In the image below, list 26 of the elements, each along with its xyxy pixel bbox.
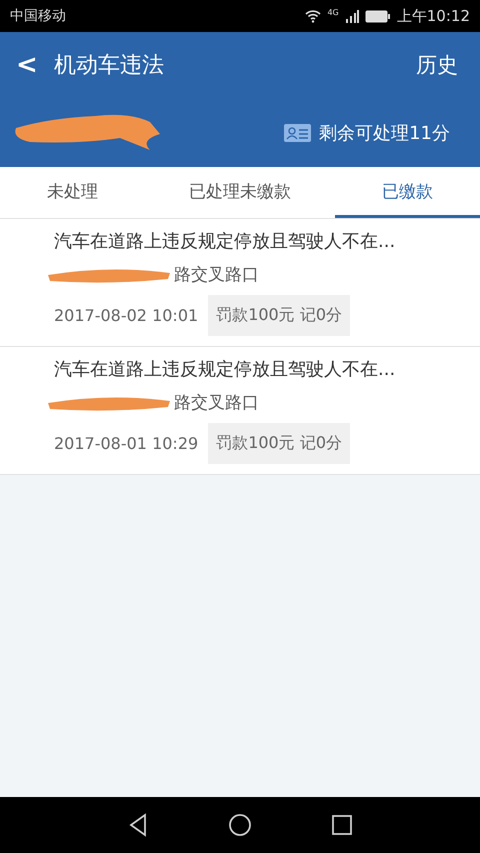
tab[interactable]: 已处理未缴款	[145, 167, 335, 218]
id-card-icon	[284, 124, 312, 142]
violation-card[interactable]: 汽车在道路上违反规定停放且驾驶人不在... 路交叉路口 2017-08-01 10:29 罚款100元 记0分	[0, 347, 480, 475]
wifi-icon	[305, 9, 322, 23]
battery-icon	[364, 10, 391, 22]
carrier-name: 中国移动	[10, 7, 66, 25]
penalty-label: 罚款100元 记0分	[208, 295, 350, 336]
penalty-label: 罚款100元 记0分	[208, 423, 350, 464]
violation-description: 汽车在道路上违反规定停放且驾驶人不在...	[54, 230, 396, 253]
page-title: 机动车违法	[54, 52, 164, 80]
recent-apps-icon[interactable]	[332, 815, 352, 835]
tab[interactable]: 未处理	[0, 167, 146, 218]
violation-time: 2017-08-01 10:29	[54, 434, 198, 453]
violation-location: 路交叉路口	[174, 392, 259, 414]
violation-card[interactable]: 汽车在道路上违反规定停放且驾驶人不在... 路交叉路口 2017-08-02 10:01 罚款100元 记0分	[0, 219, 480, 347]
home-icon[interactable]	[228, 813, 252, 837]
clock-time: 上午10:12	[396, 6, 470, 26]
history-link[interactable]: 历史	[416, 51, 458, 79]
back-button[interactable]: <	[16, 50, 38, 80]
violation-time: 2017-08-02 10:01	[54, 306, 198, 325]
violation-location: 路交叉路口	[174, 264, 259, 286]
back-icon[interactable]	[128, 813, 148, 837]
network-type: 4G	[327, 8, 339, 17]
violation-description: 汽车在道路上违反规定停放且驾驶人不在...	[54, 358, 396, 381]
signal-icon	[344, 10, 359, 22]
remaining-points: 剩余可处理11分	[319, 122, 450, 144]
